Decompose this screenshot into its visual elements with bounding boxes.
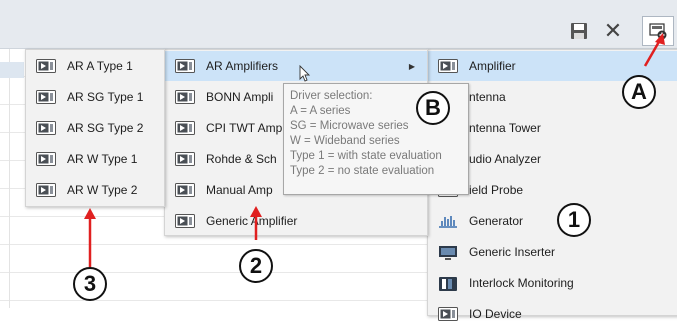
callout-1: 1 <box>557 203 591 237</box>
annotation-layer <box>84 33 665 267</box>
mouse-cursor-icon <box>299 64 311 82</box>
arrow-3 <box>84 208 96 267</box>
device-icon <box>438 307 458 321</box>
arrow-a <box>643 33 665 67</box>
callout-3: 3 <box>73 267 107 301</box>
callout-b: B <box>416 91 450 125</box>
device-menu-item-label: IO Device <box>469 307 522 321</box>
callout-a: A <box>622 75 656 109</box>
arrow-2 <box>250 206 262 240</box>
callout-2: 2 <box>239 249 273 283</box>
